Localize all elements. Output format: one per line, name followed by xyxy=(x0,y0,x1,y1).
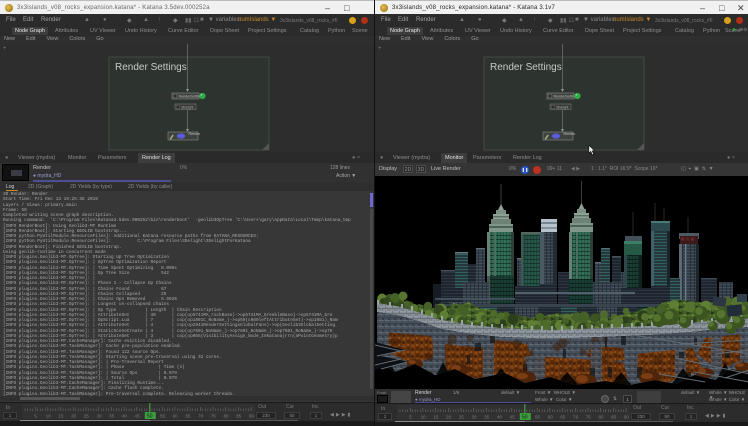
svg-text:40: 40 xyxy=(122,414,128,419)
svg-text:30: 30 xyxy=(471,415,477,420)
svg-text:35: 35 xyxy=(484,415,490,420)
svg-text:45: 45 xyxy=(510,415,516,420)
svg-text:55: 55 xyxy=(535,415,541,420)
svg-text:15: 15 xyxy=(58,414,64,419)
svg-text:3Delight: 3Delight xyxy=(181,106,193,110)
svg-text:25: 25 xyxy=(84,414,90,419)
svg-text:75: 75 xyxy=(586,415,592,420)
svg-text:90: 90 xyxy=(249,414,255,419)
svg-text:85: 85 xyxy=(611,415,617,420)
svg-text:35: 35 xyxy=(109,414,115,419)
svg-text:5: 5 xyxy=(409,415,412,420)
svg-text:Render: Render xyxy=(564,132,577,136)
svg-text:90: 90 xyxy=(624,415,630,420)
svg-text:80: 80 xyxy=(223,414,229,419)
svg-text:80: 80 xyxy=(598,415,604,420)
svg-text:70: 70 xyxy=(573,415,579,420)
svg-text:5: 5 xyxy=(34,414,37,419)
svg-text:60: 60 xyxy=(548,415,554,420)
svg-text:30: 30 xyxy=(96,414,102,419)
svg-text:85: 85 xyxy=(236,414,242,419)
svg-text:45: 45 xyxy=(135,414,141,419)
svg-text:20: 20 xyxy=(446,415,452,420)
svg-text:Render Settings: Render Settings xyxy=(490,62,562,73)
svg-text:15: 15 xyxy=(433,415,439,420)
svg-text:25: 25 xyxy=(459,415,465,420)
svg-text:60: 60 xyxy=(173,414,179,419)
svg-text:55: 55 xyxy=(160,414,166,419)
svg-text:65: 65 xyxy=(185,414,191,419)
svg-text:40: 40 xyxy=(497,415,503,420)
svg-text:10: 10 xyxy=(421,415,427,420)
svg-text:65: 65 xyxy=(560,415,566,420)
svg-text:10: 10 xyxy=(46,414,52,419)
svg-text:75: 75 xyxy=(211,414,217,419)
svg-text:20: 20 xyxy=(71,414,77,419)
svg-text:Render Settings: Render Settings xyxy=(115,62,187,73)
svg-text:3Delight: 3Delight xyxy=(556,106,568,110)
svg-text:70: 70 xyxy=(198,414,204,419)
svg-text:Render: Render xyxy=(189,132,202,136)
